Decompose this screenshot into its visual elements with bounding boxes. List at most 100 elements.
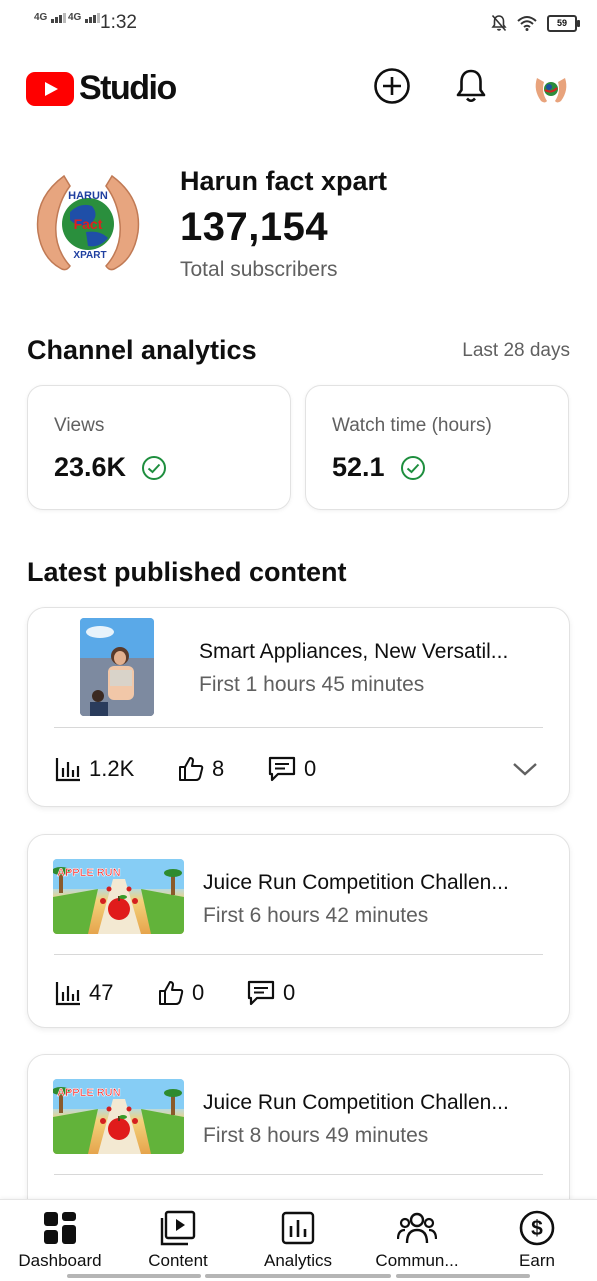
signal-bars-icon [51,12,67,23]
card-divider [54,1174,543,1175]
signal-indicator-1: 4G [34,12,67,23]
video-title: Smart Appliances, New Versatil... [199,640,509,663]
analytics-icon [281,1211,315,1245]
bell-icon [456,69,486,103]
thumbnail-image: APPLE RUN [53,859,184,934]
nav-label: Earn [519,1251,555,1270]
nav-label: Dashboard [18,1251,102,1270]
views-count: 47 [89,980,114,1005]
add-circle-icon [374,68,410,104]
views-count: 1.2K [89,756,135,781]
watch-time-card[interactable]: Watch time (hours) 52.1 [305,385,569,510]
comments-count: 0 [283,980,296,1005]
analytics-range[interactable]: Last 28 days [462,340,570,362]
content-card[interactable]: APPLE RUN Juice Run Competition Challen.… [27,834,570,1028]
likes-metric: 0 [158,980,204,1006]
stat-label: Views [54,415,105,436]
comment-icon [247,980,275,1006]
comments-metric: 0 [247,980,295,1006]
nav-label: Analytics [263,1251,333,1270]
thumb-up-icon [159,981,184,1005]
video-thumbnail[interactable] [80,618,154,716]
check-circle-icon [142,456,166,480]
stat-value: 23.6K [54,452,127,482]
thumbnail-image: APPLE RUN [53,1079,184,1154]
comments-count: 0 [304,756,317,781]
chevron-down-icon[interactable] [512,760,538,778]
views-metric: 47 [55,980,113,1006]
thumb-up-icon [179,757,204,781]
status-bar: 4G 4G 1:32 59 [0,0,597,46]
status-icons: 59 [491,14,580,32]
stat-value: 52.1 [332,452,385,482]
video-thumbnail[interactable]: APPLE RUN [53,859,184,934]
content-card[interactable]: Smart Appliances, New Versatil... First … [27,607,570,807]
svg-text:$: $ [531,1217,543,1240]
wifi-icon [517,16,537,31]
create-button[interactable] [372,66,412,106]
nav-analytics[interactable]: Analytics [239,1210,357,1271]
likes-count: 0 [192,980,205,1005]
signal-bars-icon [85,12,101,23]
comments-metric: 0 [268,756,316,782]
video-age: First 8 hours 49 minutes [203,1124,429,1147]
nav-community[interactable]: Commun... [358,1210,476,1271]
gesture-bar [205,1274,391,1278]
comment-icon [268,756,296,782]
studio-logo[interactable]: Studio [26,69,177,108]
likes-count: 8 [212,756,225,781]
card-divider [54,727,543,728]
views-card[interactable]: Views 23.6K [27,385,291,510]
battery-level: 59 [556,17,567,28]
channel-logo-hands-globe: HARUN Fact XPART [36,174,140,271]
logo-text-mid: Fact [74,216,103,232]
notifications-button[interactable] [451,66,491,106]
signal-indicator-2: 4G [68,12,101,23]
earn-icon: $ [519,1210,555,1246]
clock: 1:32 [100,12,137,33]
views-metric: 1.2K [55,756,134,782]
youtube-play-icon [26,71,74,106]
video-title: Juice Run Competition Challen... [203,1091,509,1114]
video-age: First 1 hours 45 minutes [199,673,425,696]
latest-content-title: Latest published content [27,557,347,587]
stat-label: Watch time (hours) [332,415,492,436]
thumbnail-image [80,618,154,716]
nav-label: Commun... [375,1251,459,1270]
check-circle-icon [401,456,425,480]
content-icon [160,1210,196,1246]
battery-indicator: 59 [547,14,580,32]
nav-content[interactable]: Content [119,1210,237,1271]
thumbnail-text: APPLE RUN [57,1087,121,1099]
subscriber-count: 137,154 [180,205,329,249]
logo-text-top: HARUN [68,190,108,202]
nav-label: Content [148,1251,208,1270]
video-thumbnail[interactable]: APPLE RUN [53,1079,184,1154]
bottom-navigation: Dashboard Content Analytics Commun... $ … [0,1199,597,1281]
logo-text-bottom: XPART [73,250,106,261]
community-icon [397,1212,437,1244]
nav-earn[interactable]: $ Earn [478,1210,596,1271]
logo-text: Studio [79,69,177,107]
network-type-label: 4G [68,12,82,23]
card-divider [54,954,543,955]
subscriber-label: Total subscribers [180,258,338,281]
dashboard-icon [44,1212,76,1244]
account-avatar[interactable] [531,68,571,108]
gesture-bar [396,1274,530,1278]
likes-metric: 8 [178,756,224,782]
gesture-bar [67,1274,201,1278]
channel-avatar[interactable]: HARUN Fact XPART [30,172,146,276]
bell-off-icon [491,14,507,32]
app-bar: Studio [0,60,597,116]
network-type-label: 4G [34,12,48,23]
bar-chart-icon [55,982,80,1006]
video-age: First 6 hours 42 minutes [203,904,429,927]
bar-chart-icon [55,758,80,782]
channel-name: Harun fact xpart [180,166,388,196]
video-title: Juice Run Competition Challen... [203,871,509,894]
thumbnail-text: APPLE RUN [57,867,121,879]
avatar-hands-icon [535,78,567,103]
analytics-section-title: Channel analytics [27,335,257,365]
nav-dashboard[interactable]: Dashboard [1,1210,119,1271]
